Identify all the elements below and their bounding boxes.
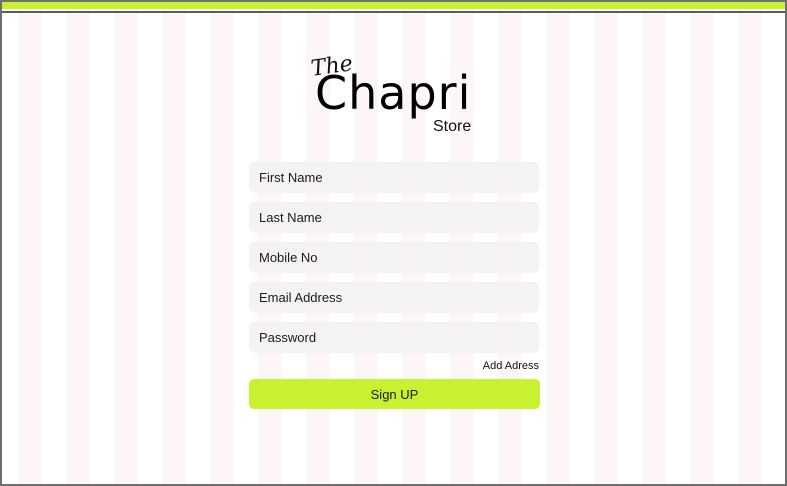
logo-store-text: Store [433,118,472,135]
brand-logo: The Chapri Store [307,51,487,144]
first-name-field[interactable] [249,162,539,193]
app-window: The Chapri Store Add Adress Sign UP [0,0,787,486]
mobile-field[interactable] [249,242,539,273]
add-address-link[interactable]: Add Adress [249,360,539,372]
signup-button[interactable]: Sign UP [249,379,540,409]
logo-main-text: Chapri [315,66,472,120]
top-divider [2,11,785,13]
top-accent-bar [2,2,785,9]
signup-form: Add Adress Sign UP [249,162,543,409]
email-field[interactable] [249,282,539,313]
password-field[interactable] [249,322,539,353]
last-name-field[interactable] [249,202,539,233]
